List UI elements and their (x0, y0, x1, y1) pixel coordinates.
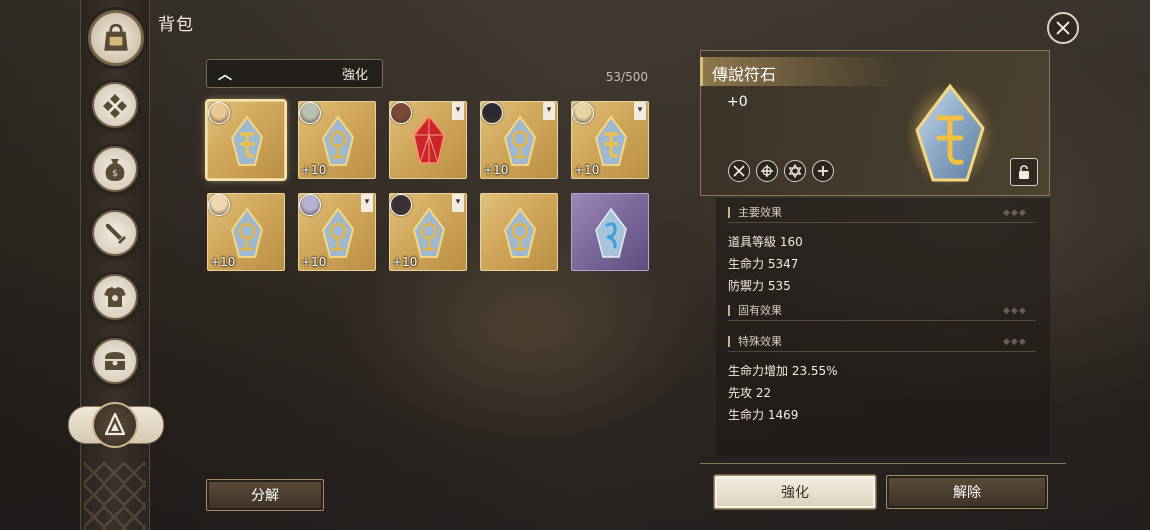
slot-level: +10 (301, 255, 327, 269)
special-effect-line: 先攻 22 (728, 386, 772, 400)
pouch-icon: $ (105, 159, 125, 181)
equipped-marker-icon: ▾ (452, 194, 464, 212)
equipped-marker-icon: ▾ (361, 194, 373, 212)
sort-dropdown[interactable]: ︿ 強化 (206, 59, 383, 88)
inventory-slot[interactable]: +10 (207, 193, 285, 271)
svg-text:$: $ (112, 169, 118, 179)
gold-rune-icon (594, 115, 628, 166)
blue-rune-icon (321, 115, 355, 166)
bag-icon (104, 23, 128, 51)
equipped-character-avatar (572, 102, 594, 124)
equipped-character-avatar (299, 194, 321, 216)
inventory-slot[interactable] (571, 193, 649, 271)
sidebar-ornament (84, 462, 146, 530)
sidebar-item-bag[interactable] (88, 10, 144, 66)
main-effects-heading: 主要效果 (728, 207, 782, 218)
star-of-david-icon[interactable] (784, 160, 806, 182)
sidebar (80, 0, 150, 530)
item-name: 傳說符石 (712, 65, 777, 84)
blue-rune-icon (412, 207, 446, 258)
special-effect-line: 生命力增加 23.55% (728, 364, 838, 378)
chevron-up-icon: ︿ (218, 66, 232, 83)
section-ornament: ◆◆◆ (1003, 208, 1027, 218)
main-effect-line: 生命力 5347 (728, 257, 799, 271)
plus-icon[interactable] (812, 160, 834, 182)
special-effects-heading: 特殊效果 (728, 336, 782, 347)
blue-rune-icon (321, 207, 355, 258)
section-ornament: ◆◆◆ (1003, 337, 1027, 347)
inventory-slot[interactable]: ▾ +10 (571, 101, 649, 179)
inventory-slot[interactable]: +10 (298, 101, 376, 179)
inventory-slot[interactable]: ▾ +10 (298, 193, 376, 271)
inventory-slot[interactable] (207, 101, 285, 179)
red-crystal-icon (413, 114, 445, 164)
inventory-slot[interactable]: ▾ +10 (389, 193, 467, 271)
slot-level: +10 (483, 163, 509, 177)
crossed-swords-icon[interactable] (728, 160, 750, 182)
inventory-slot[interactable] (480, 193, 558, 271)
equipped-character-avatar (208, 194, 230, 216)
slot-level: +10 (301, 163, 327, 177)
equipped-character-avatar (481, 102, 503, 124)
inventory-slot[interactable]: ▾ +10 (480, 101, 558, 179)
section-divider (728, 351, 1036, 352)
gold-rune-icon (230, 115, 264, 166)
sidebar-item-materials[interactable] (92, 82, 138, 128)
diamond-grid-icon (103, 94, 127, 118)
slot-level: +10 (210, 255, 236, 269)
main-effect-line: 防禦力 535 (728, 279, 791, 293)
decompose-button[interactable]: 分解 (206, 479, 324, 511)
lock-icon (1019, 165, 1029, 179)
page-title: 背包 (158, 15, 194, 35)
sidebar-item-rune[interactable] (92, 402, 138, 448)
special-effect-line: 生命力 1469 (728, 408, 799, 422)
remove-button[interactable]: 解除 (886, 475, 1048, 509)
innate-effects-heading: 固有效果 (728, 305, 782, 316)
bow-icon[interactable] (756, 160, 778, 182)
blue-rune-icon (503, 115, 537, 166)
sidebar-item-armor[interactable] (92, 274, 138, 320)
equipped-character-avatar (208, 102, 230, 124)
equipped-marker-icon: ▾ (452, 102, 464, 120)
bottom-divider (700, 463, 1066, 464)
main-effect-line: 道具等級 160 (728, 235, 803, 249)
inventory-slot[interactable]: ▾ (389, 101, 467, 179)
close-button[interactable] (1047, 12, 1079, 44)
section-divider (728, 222, 1036, 223)
equipped-character-avatar (299, 102, 321, 124)
armor-icon (104, 287, 126, 307)
sidebar-item-weapon[interactable] (92, 210, 138, 256)
selected-rune-image (906, 83, 994, 187)
lock-button[interactable] (1010, 158, 1038, 186)
equipped-marker-icon: ▾ (543, 102, 555, 120)
equipped-character-avatar (390, 102, 412, 124)
blue-rune-icon (503, 207, 537, 258)
chest-icon (105, 352, 125, 370)
inventory-count: 53/500 (605, 70, 648, 84)
ice-rune-icon (595, 207, 627, 258)
sidebar-item-chest[interactable] (92, 338, 138, 384)
item-level: +0 (727, 94, 748, 110)
blue-rune-icon (230, 207, 264, 258)
rune-icon (104, 412, 126, 436)
equipped-character-avatar (390, 194, 412, 216)
sidebar-item-pouch[interactable]: $ (92, 146, 138, 192)
slot-level: +10 (574, 163, 600, 177)
stat-icon-row (728, 160, 834, 182)
section-divider (728, 320, 1036, 321)
sort-dropdown-label: 強化 (341, 68, 368, 83)
close-icon (1056, 21, 1070, 35)
sword-icon (106, 224, 126, 244)
section-ornament: ◆◆◆ (1003, 306, 1027, 316)
equipped-marker-icon: ▾ (634, 102, 646, 120)
enhance-button[interactable]: 強化 (714, 475, 876, 509)
slot-level: +10 (392, 255, 418, 269)
